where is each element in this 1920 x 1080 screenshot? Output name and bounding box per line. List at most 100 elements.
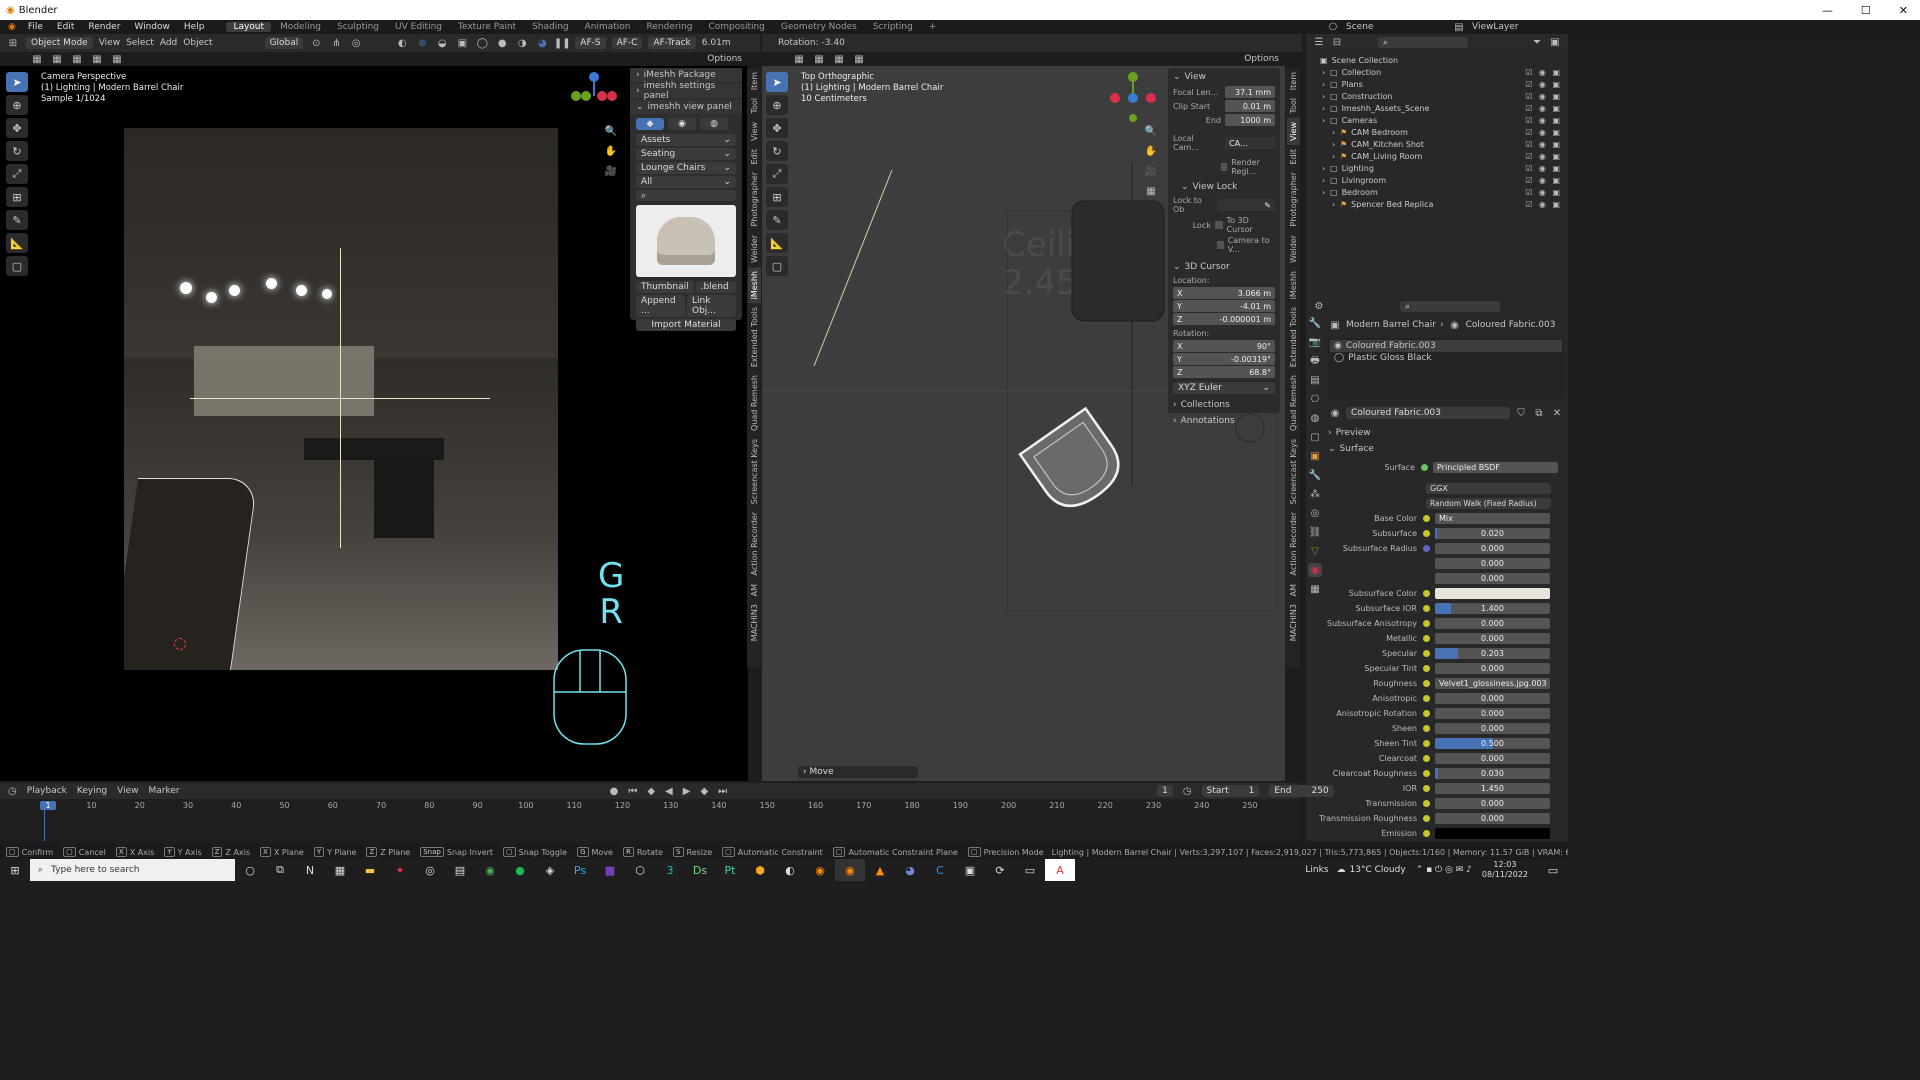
bsdf-input-value[interactable]: Velvet1_glossiness.jpg.003 xyxy=(1435,678,1550,689)
close-button[interactable]: ✕ xyxy=(1899,4,1908,17)
workspace-tab-texture-paint[interactable]: Texture Paint xyxy=(451,22,523,32)
record-icon[interactable]: ● xyxy=(610,784,619,798)
bsdf-input-value[interactable] xyxy=(1435,828,1550,839)
spotify-app-icon[interactable]: ● xyxy=(505,859,535,881)
shading-material-icon[interactable]: ◑ xyxy=(515,36,529,50)
app-icon-1[interactable]: ✦ xyxy=(385,859,415,881)
surface-shader-field[interactable]: Principled BSDF xyxy=(1433,462,1558,473)
system-tray-icons[interactable]: ⌃ ▪ ⏻ ◎ ✉ ♪ xyxy=(1416,865,1482,875)
visibility-toggles[interactable]: ☑ ◉ ▣ xyxy=(1525,164,1562,173)
view-layer-tab-icon[interactable]: ▤ xyxy=(1308,373,1322,387)
visibility-toggles[interactable]: ☑ ◉ ▣ xyxy=(1525,92,1562,101)
outliner-row[interactable]: › ▢ Plans ☑ ◉ ▣ xyxy=(1312,78,1562,90)
display-mode-icon[interactable]: ⊟ xyxy=(1330,35,1344,49)
vtab-imeshh[interactable]: iMeshh xyxy=(747,266,761,303)
render-tab-icon[interactable]: 📷 xyxy=(1308,335,1322,349)
workspace-tab-shading[interactable]: Shading xyxy=(525,22,576,32)
app-icon-14[interactable]: C xyxy=(925,859,955,881)
expand-arrow-icon[interactable]: › xyxy=(1322,188,1330,197)
duplicate-material-icon[interactable]: ⧉ xyxy=(1532,406,1546,420)
bsdf-input-value[interactable]: 0.020 xyxy=(1435,528,1550,539)
bsdf-input-value[interactable]: 1.450 xyxy=(1435,783,1550,794)
view-lock-header[interactable]: ⌄ View Lock xyxy=(1173,182,1275,192)
import-material-button[interactable]: Import Material xyxy=(636,319,736,331)
app-icon-13[interactable]: ▲ xyxy=(865,859,895,881)
visibility-toggles[interactable]: ☑ ◉ ▣ xyxy=(1525,68,1562,77)
rotation-mode-dropdown[interactable]: XYZ Euler ⌄ xyxy=(1173,382,1275,394)
cursor-rotation-x-field[interactable]: X 90° xyxy=(1173,340,1275,352)
imeshh-view-panel-header[interactable]: ⌄ imeshh view panel xyxy=(630,100,742,114)
select-intersect-icon[interactable]: ▦ xyxy=(110,52,124,66)
outliner-row[interactable]: › ⚑ CAM_Kitchen Shot ☑ ◉ ▣ xyxy=(1312,138,1562,150)
file-explorer-icon[interactable]: ▬ xyxy=(355,859,385,881)
view-section-header[interactable]: ⌄ View xyxy=(1173,72,1275,82)
cortana-icon[interactable]: ○ xyxy=(235,859,265,881)
input-socket-icon[interactable] xyxy=(1423,530,1430,537)
blender-menu-icon[interactable]: ◉ xyxy=(4,22,20,32)
expand-arrow-icon[interactable]: › xyxy=(1332,128,1340,137)
expand-arrow-icon[interactable]: › xyxy=(1322,176,1330,185)
workspace-tab-modeling[interactable]: Modeling xyxy=(273,22,328,32)
material-slot-1[interactable]: ◉ Coloured Fabric.003 xyxy=(1330,340,1562,352)
outliner-row[interactable]: › ⚑ CAM Bedroom ☑ ◉ ▣ xyxy=(1312,126,1562,138)
expand-arrow-icon[interactable]: › xyxy=(1322,104,1330,113)
preview-section-header[interactable]: › Preview xyxy=(1328,426,1564,440)
vtab-machin3[interactable]: MACHIN3 xyxy=(748,600,761,645)
menu-file[interactable]: File xyxy=(22,22,49,32)
input-socket-icon[interactable] xyxy=(1423,725,1430,732)
workspace-tab-uv-editing[interactable]: UV Editing xyxy=(388,22,449,32)
bsdf-input-value[interactable]: Mix xyxy=(1435,513,1550,524)
visibility-toggles[interactable]: ☑ ◉ ▣ xyxy=(1525,152,1562,161)
vtab-am[interactable]: AM xyxy=(748,580,761,600)
app-icon-7[interactable]: 3 xyxy=(655,859,685,881)
navigation-gizmo[interactable] xyxy=(570,72,620,112)
vtab-action-recorder[interactable]: Action Recorder xyxy=(748,508,761,579)
app-icon-5[interactable]: ▩ xyxy=(595,859,625,881)
rvtab-item[interactable]: Item xyxy=(1287,68,1300,94)
vtab-screencast-keys[interactable]: Screencast Keys xyxy=(748,435,761,508)
append-button[interactable]: Append ... xyxy=(636,295,685,317)
cursor-rotation-z-field[interactable]: Z 68.8° xyxy=(1173,366,1275,378)
input-socket-icon[interactable] xyxy=(1423,605,1430,612)
app-icon-2[interactable]: ◎ xyxy=(415,859,445,881)
workspace-tab-geometry-nodes[interactable]: Geometry Nodes xyxy=(774,22,864,32)
rvtab-quad-remesh[interactable]: Quad Remesh xyxy=(1287,371,1300,435)
prev-keyframe-icon[interactable]: ◆ xyxy=(647,784,655,798)
tool-tab-icon[interactable]: 🔧 xyxy=(1308,316,1322,330)
new-collection-icon[interactable]: ▣ xyxy=(1548,35,1562,49)
zoom-icon-right[interactable]: 🔍 xyxy=(1144,124,1158,138)
object-tab-icon[interactable]: ▣ xyxy=(1308,449,1322,463)
menu-add[interactable]: Add xyxy=(160,38,177,48)
outliner-row[interactable]: › ▢ Imeshh_Assets_Scene ☑ ◉ ▣ xyxy=(1312,102,1562,114)
imeshh-package-header[interactable]: › iMeshh Package xyxy=(630,68,742,82)
particles-tab-icon[interactable]: ⁂ xyxy=(1308,487,1322,501)
bsdf-input-value[interactable]: 1.400 xyxy=(1435,603,1550,614)
bsdf-input-value[interactable]: 0.000 xyxy=(1435,633,1550,644)
taskbar-links-toolbar[interactable]: Links xyxy=(1305,865,1336,875)
timeline-ruler[interactable]: 1 10 20 30 40 50 60 70 80 90 100 110 120 130 140 150 160… xyxy=(0,801,1300,813)
outliner-row[interactable]: › ▢ Cameras ☑ ◉ ▣ xyxy=(1312,114,1562,126)
next-keyframe-icon[interactable]: ◆ xyxy=(700,784,708,798)
workspace-tab-layout[interactable]: Layout xyxy=(226,22,272,32)
bsdf-input-value[interactable]: 0.000 xyxy=(1435,618,1550,629)
app-icon-3[interactable]: ▤ xyxy=(445,859,475,881)
filter-icon[interactable]: ⏷ xyxy=(1530,35,1544,49)
menu-select[interactable]: Select xyxy=(126,38,154,48)
proportional-edit-icon[interactable]: ◎ xyxy=(349,36,363,50)
vtab-item[interactable]: Item xyxy=(748,68,761,94)
input-socket-icon[interactable] xyxy=(1423,770,1430,777)
workspace-tab-compositing[interactable]: Compositing xyxy=(701,22,771,32)
minimize-button[interactable]: — xyxy=(1822,4,1833,17)
vtab-tool[interactable]: Tool xyxy=(748,94,761,118)
menu-window[interactable]: Window xyxy=(128,22,176,32)
scene-tab-icon[interactable]: ⎔ xyxy=(1308,392,1322,406)
annotations-header[interactable]: › Annotations xyxy=(1173,416,1275,426)
start-frame-field[interactable]: Start 1 xyxy=(1201,785,1260,797)
rvtab-extended-tools[interactable]: Extended Tools xyxy=(1287,303,1300,371)
properties-search-input[interactable]: ⌕ xyxy=(1400,300,1500,312)
cursor-rotation-y-field[interactable]: Y -0.00319° xyxy=(1173,353,1275,365)
eyedropper-icon[interactable]: ✎ xyxy=(1264,201,1271,210)
pause-icon[interactable]: ❚❚ xyxy=(554,36,571,50)
gizmo-icon[interactable]: ⊕ xyxy=(415,36,429,50)
local-camera-field[interactable]: CA... xyxy=(1225,137,1275,149)
